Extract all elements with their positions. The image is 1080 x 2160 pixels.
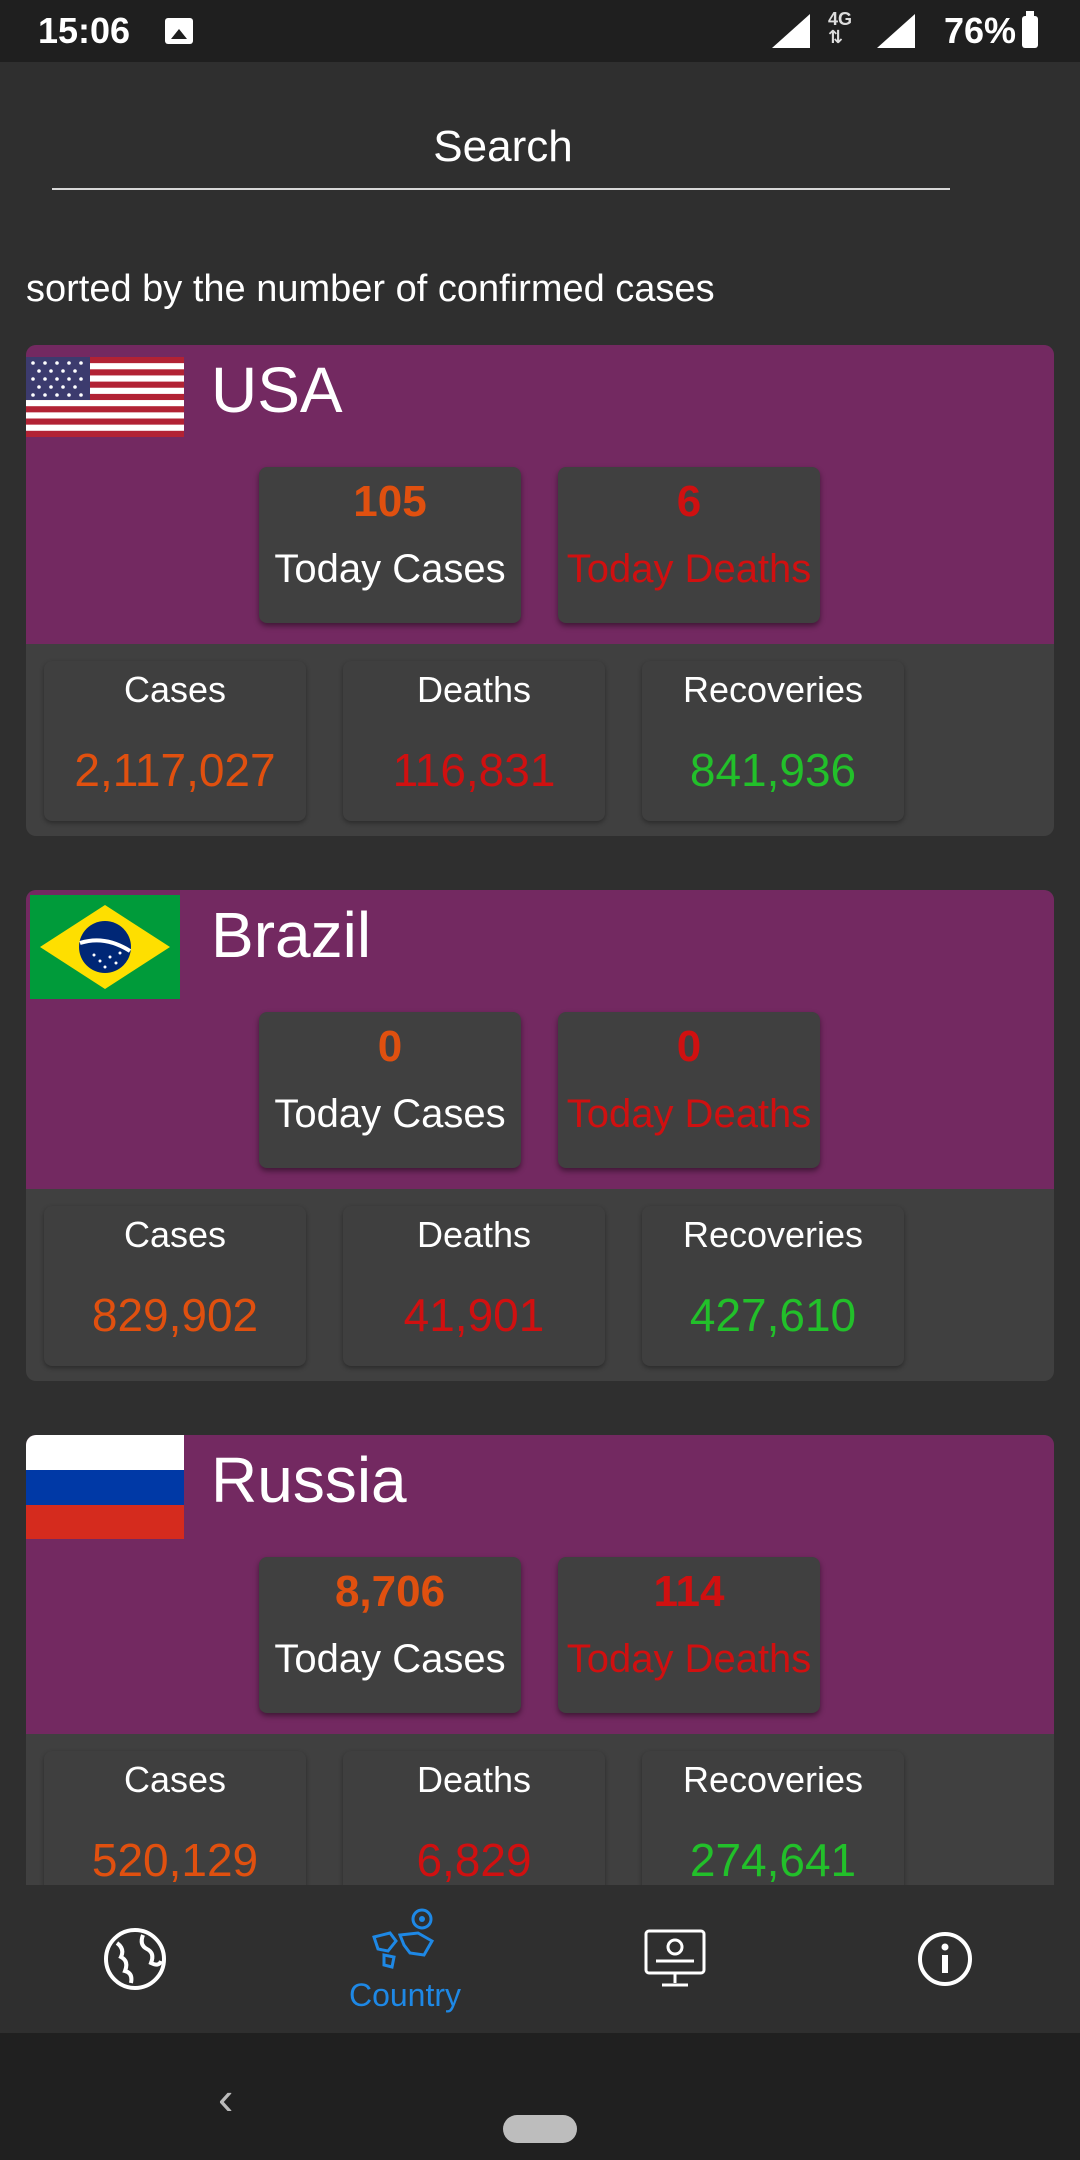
- recoveries-label: Recoveries: [682, 669, 864, 710]
- country-card[interactable]: Russia 8,706 Today Cases 114 Today Death…: [26, 1435, 1054, 1885]
- recoveries-value: 274,641: [689, 1834, 857, 1885]
- today-deaths-value: 6: [676, 477, 702, 526]
- status-time: 15:06: [38, 10, 131, 51]
- globe-icon: [104, 1928, 166, 1990]
- today-cases-box: 0 Today Cases: [259, 1012, 521, 1168]
- network-type: 4G ⇅: [828, 9, 853, 47]
- today-cases-box: 8,706 Today Cases: [259, 1557, 521, 1713]
- nav-country[interactable]: Country: [270, 1887, 540, 2033]
- cases-label: Cases: [123, 669, 227, 710]
- country-name: USA: [211, 354, 343, 426]
- sort-note: sorted by the number of confirmed cases: [26, 268, 715, 310]
- signal-icon: [772, 14, 810, 48]
- battery-icon: [1022, 11, 1038, 48]
- cases-label: Cases: [123, 1214, 227, 1255]
- home-pill[interactable]: [503, 2115, 577, 2143]
- deaths-value: 6,829: [416, 1834, 532, 1885]
- bottom-nav: Country: [0, 1887, 1080, 2033]
- deaths-label: Deaths: [416, 669, 532, 710]
- country-card[interactable]: USA 105 Today Cases 6 Today Deaths Cases…: [26, 345, 1054, 836]
- cases-value: 520,129: [91, 1834, 259, 1885]
- card-header: USA 105 Today Cases 6 Today Deaths: [26, 345, 1054, 644]
- today-deaths-box: 114 Today Deaths: [558, 1557, 820, 1713]
- cases-label: Cases: [123, 1759, 227, 1800]
- today-cases-box: 105 Today Cases: [259, 467, 521, 623]
- search-input[interactable]: [52, 106, 954, 188]
- cases-value: 829,902: [91, 1289, 259, 1341]
- country-card[interactable]: Brazil 0 Today Cases 0 Today Deaths Case…: [26, 890, 1054, 1381]
- today-deaths-label: Today Deaths: [566, 1637, 812, 1681]
- recoveries-label: Recoveries: [682, 1759, 864, 1800]
- deaths-label: Deaths: [416, 1214, 532, 1255]
- info-icon: [918, 1932, 972, 1986]
- deaths-value: 41,901: [403, 1289, 545, 1341]
- russia-flag-icon: [26, 1435, 184, 1539]
- nav-info[interactable]: [810, 1887, 1080, 2033]
- today-cases-value: 8,706: [334, 1567, 446, 1616]
- brazil-flag-icon: [30, 895, 180, 999]
- recoveries-value: 427,610: [689, 1289, 857, 1341]
- cases-box: Cases 829,902: [44, 1206, 306, 1366]
- today-cases-label: Today Cases: [274, 547, 506, 591]
- recoveries-label: Recoveries: [682, 1214, 864, 1255]
- status-bar: 15:06 4G ⇅ 76%: [0, 0, 1080, 62]
- card-header: Brazil 0 Today Cases 0 Today Deaths: [26, 890, 1054, 1189]
- nav-country-label: Country: [348, 1977, 462, 2013]
- deaths-box: Deaths 6,829: [343, 1751, 605, 1885]
- today-deaths-box: 6 Today Deaths: [558, 467, 820, 623]
- today-cases-value: 105: [353, 477, 427, 526]
- cases-value: 2,117,027: [74, 744, 276, 796]
- recoveries-box: Recoveries 427,610: [642, 1206, 904, 1366]
- deaths-box: Deaths 41,901: [343, 1206, 605, 1366]
- today-deaths-value: 0: [676, 1022, 702, 1071]
- system-nav-bar: ‹: [0, 2033, 1080, 2160]
- battery-percent: 76%: [944, 10, 1017, 51]
- today-deaths-value: 114: [653, 1567, 725, 1616]
- recoveries-value: 841,936: [689, 744, 857, 796]
- cases-box: Cases 520,129: [44, 1751, 306, 1885]
- today-deaths-label: Today Deaths: [566, 1092, 812, 1136]
- nav-monitor[interactable]: [540, 1887, 810, 2033]
- today-deaths-label: Today Deaths: [566, 547, 812, 591]
- today-cases-label: Today Cases: [274, 1092, 506, 1136]
- deaths-label: Deaths: [416, 1759, 532, 1800]
- usa-flag-icon: [26, 357, 184, 437]
- deaths-value: 116,831: [392, 744, 556, 796]
- today-cases-value: 0: [377, 1022, 403, 1071]
- back-icon[interactable]: ‹: [218, 2071, 233, 2125]
- today-deaths-box: 0 Today Deaths: [558, 1012, 820, 1168]
- country-list[interactable]: USA 105 Today Cases 6 Today Deaths Cases…: [26, 345, 1054, 1885]
- country-name: Russia: [211, 1444, 407, 1516]
- nav-global[interactable]: [0, 1887, 270, 2033]
- deaths-box: Deaths 116,831: [343, 661, 605, 821]
- cases-box: Cases 2,117,027: [44, 661, 306, 821]
- signal-icon: [877, 14, 915, 48]
- image-notification-icon: [165, 18, 193, 44]
- recoveries-box: Recoveries 274,641: [642, 1751, 904, 1885]
- country-name: Brazil: [211, 899, 372, 971]
- recoveries-box: Recoveries 841,936: [642, 661, 904, 821]
- world-map-icon: [372, 1908, 435, 1969]
- card-header: Russia 8,706 Today Cases 114 Today Death…: [26, 1435, 1054, 1734]
- search-bar: [52, 106, 954, 190]
- monitor-icon: [644, 1929, 706, 1987]
- today-cases-label: Today Cases: [274, 1637, 506, 1681]
